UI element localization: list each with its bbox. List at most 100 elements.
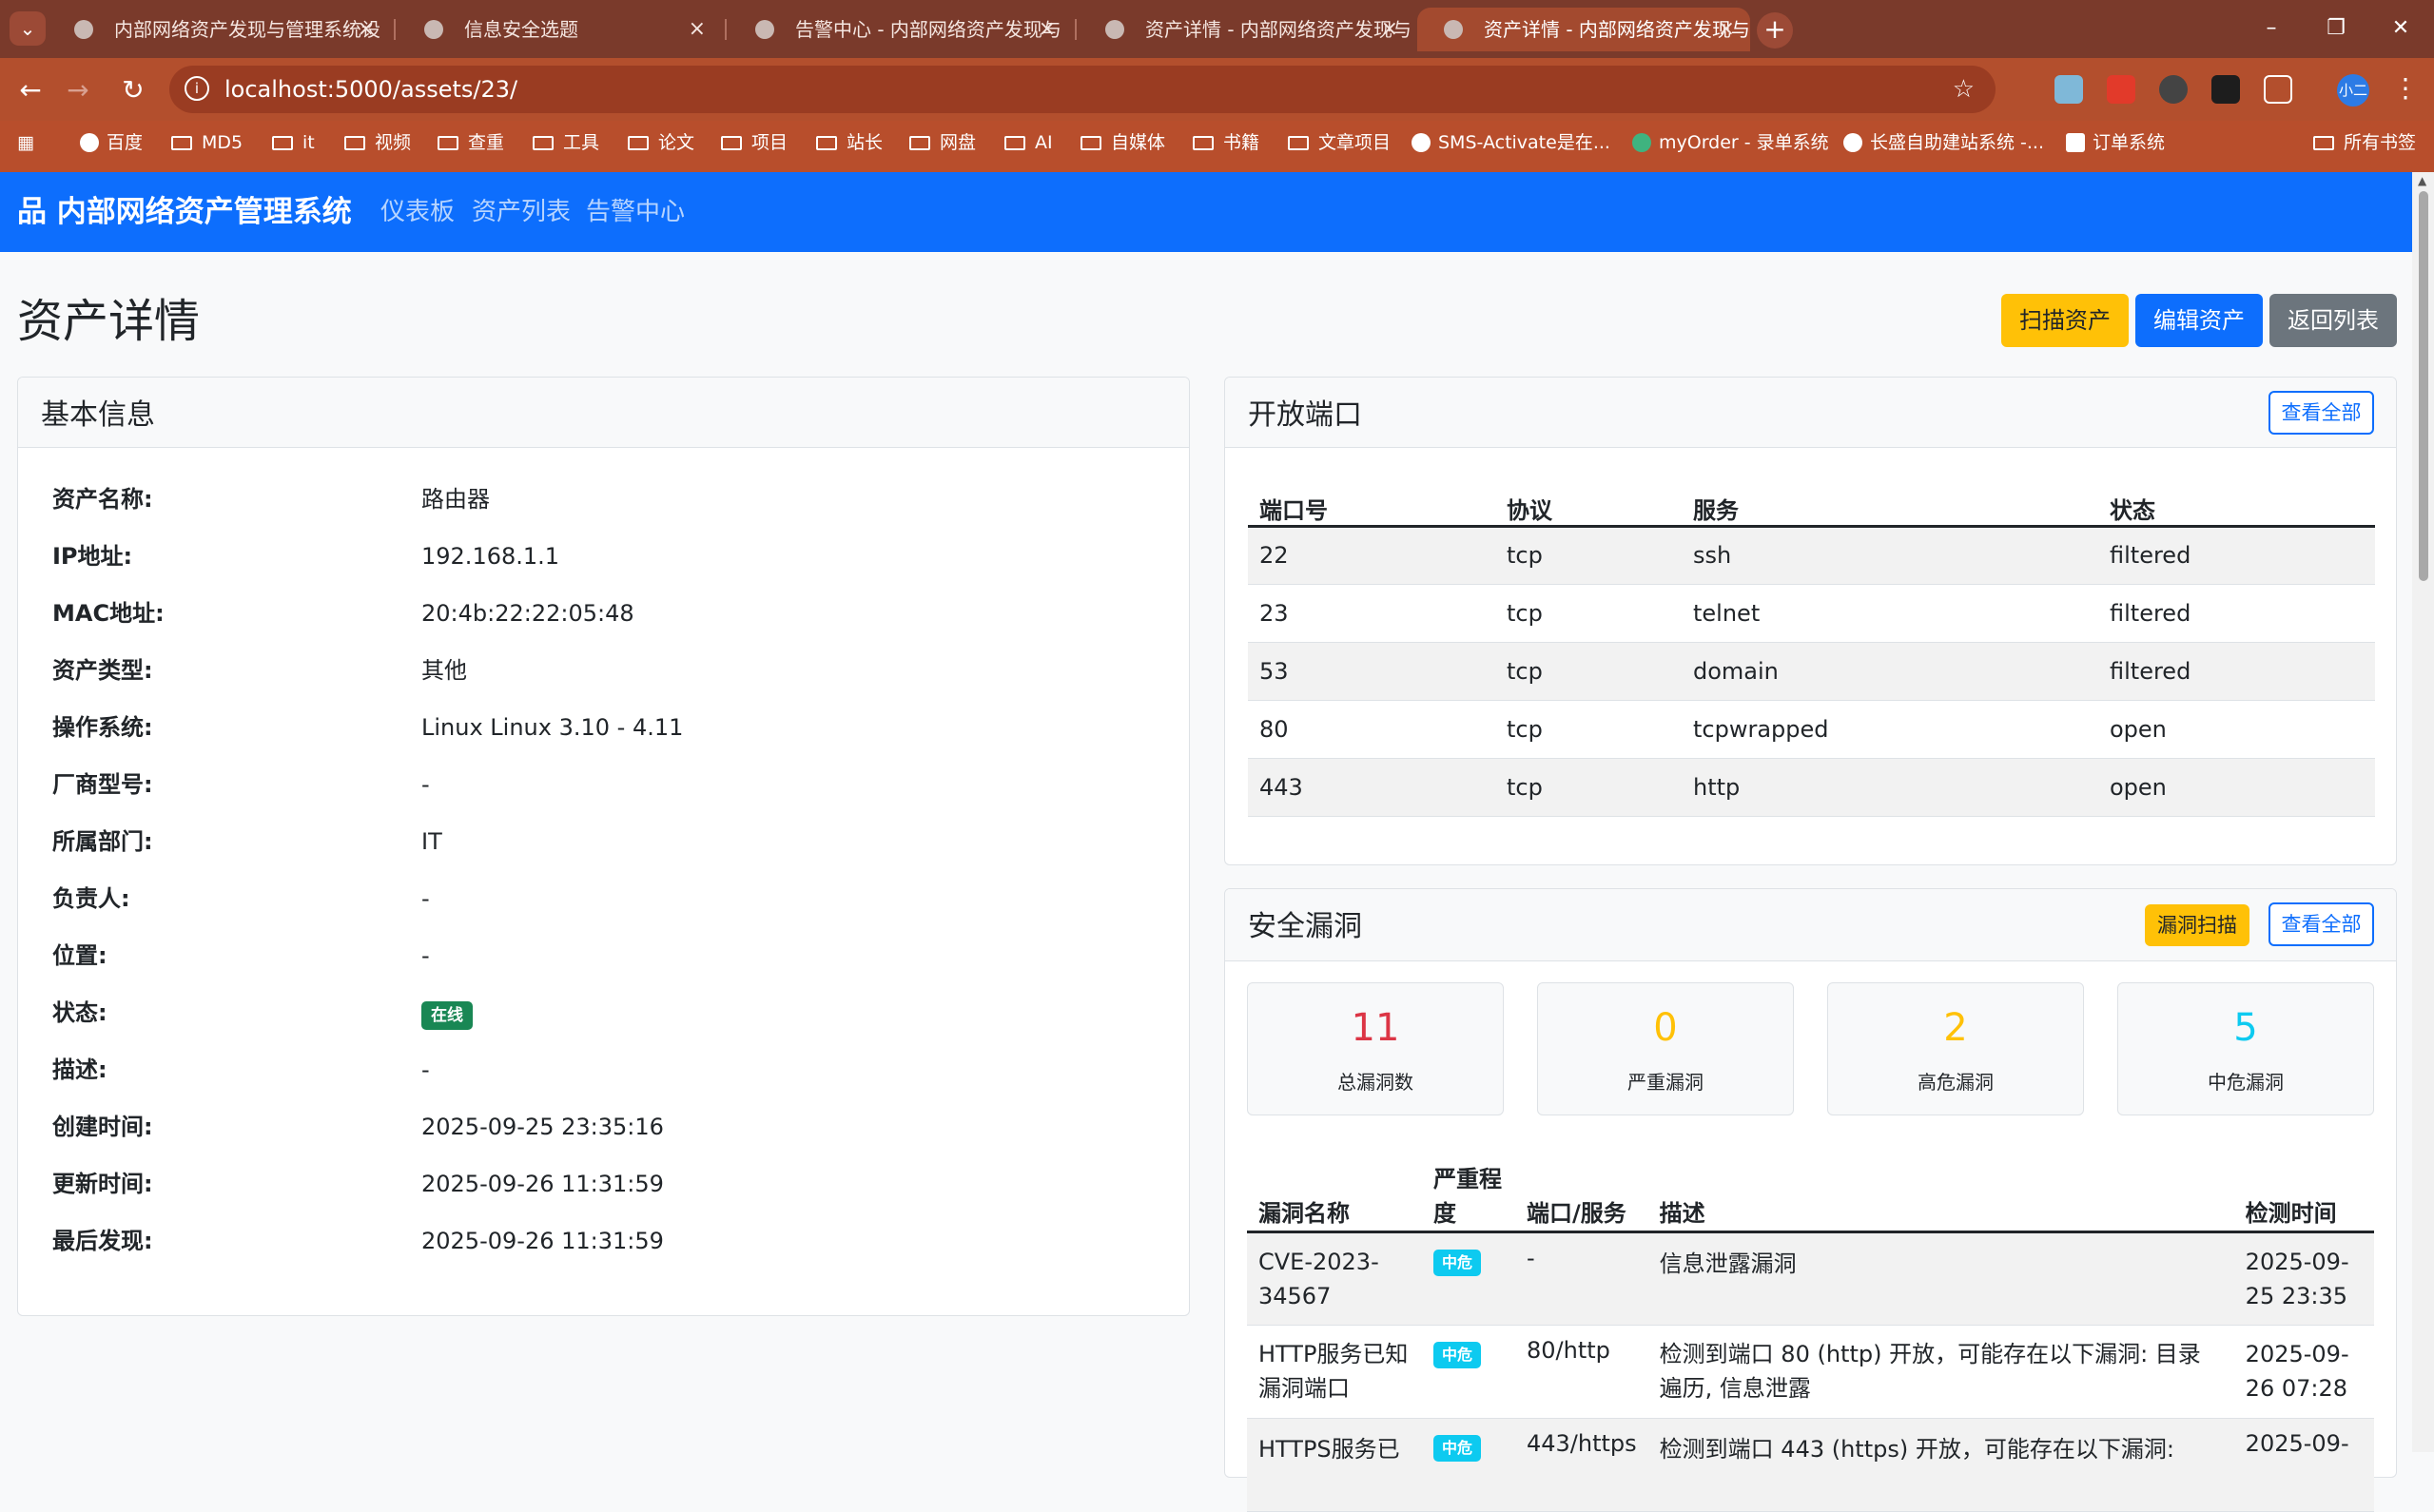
scroll-thumb[interactable] [2419,191,2428,581]
minimize-icon[interactable]: – [2252,10,2290,48]
bookmark-folder[interactable]: MD5 [171,121,243,165]
col-header: 端口号 [1248,471,1495,528]
bookmark-folder[interactable]: 文章项目 [1288,121,1391,165]
apps-grid-icon[interactable]: ▦ [17,121,34,165]
table-row: 80 tcp tcpwrapped open [1248,700,2375,759]
bookmarks-bar: ▦ 百度 MD5 it 视频 查重 工具 论文 项目 站长 网盘 AI 自媒体 … [0,121,2434,172]
tab-favicon-icon [424,20,443,39]
tab-close-icon[interactable]: × [358,8,375,51]
site-info-icon[interactable]: i [185,76,209,101]
address-url[interactable]: localhost:5000/assets/23/ [224,66,517,113]
bookmark-folder[interactable]: 工具 [533,121,599,165]
folder-icon [533,136,554,150]
bookmark-item[interactable]: 百度 [80,121,143,165]
bookmark-folder[interactable]: 查重 [438,121,504,165]
vulns-view-all-button[interactable]: 查看全部 [2268,902,2374,946]
menu-kebab-icon[interactable]: ⋮ [2392,69,2419,107]
browser-tab[interactable]: 信息安全选题 × [398,8,721,51]
site-icon [1412,133,1431,152]
reload-icon[interactable]: ↻ [114,71,152,109]
extensions-puzzle-icon[interactable] [2264,75,2292,104]
extension-icon[interactable] [2054,75,2083,104]
extension-icon[interactable] [2211,75,2240,104]
browser-tab[interactable]: 告警中心 - 内部网络资产发现与 × [729,8,1071,51]
tab-title: 内部网络资产发现与管理系统设 [114,18,380,41]
profile-avatar[interactable]: 小二 [2337,74,2369,107]
table-row: HTTP服务已知漏洞端口 中危 80/http 检测到端口 80 (http) … [1247,1325,2374,1419]
tab-title: 资产详情 - 内部网络资产发现与 [1484,18,1750,41]
ports-view-all-button[interactable]: 查看全部 [2268,391,2374,435]
bookmark-folder[interactable]: AI [1004,121,1053,165]
forward-arrow-icon[interactable]: → [59,71,97,109]
bookmark-star-icon[interactable]: ☆ [1953,66,1975,113]
bookmark-folder[interactable]: 项目 [721,121,788,165]
restore-icon[interactable]: ❐ [2317,10,2355,48]
page-scrollbar[interactable]: ▲ [2412,172,2434,1452]
folder-icon [272,136,293,150]
address-bar[interactable]: i localhost:5000/assets/23/ ☆ [169,66,1996,113]
bookmark-folder[interactable]: it [272,121,315,165]
open-ports-card: 开放端口 查看全部 端口号 协议 服务 状态 22 tcp ssh filtered … [1224,377,2397,865]
bookmark-item[interactable]: myOrder - 录单系统 [1632,121,1829,165]
extension-icon[interactable] [2159,75,2188,104]
severity-badge: 中危 [1433,1434,1482,1462]
folder-icon [909,136,930,150]
tab-close-icon[interactable]: × [1381,8,1398,51]
table-row: HTTPS服务已 中危 443/https 检测到端口 443 (https) … [1247,1418,2374,1512]
tab-favicon-icon [755,20,774,39]
bookmark-item[interactable]: SMS-Activate是在... [1412,121,1610,165]
tab-strip: ⌄ 内部网络资产发现与管理系统设 × 信息安全选题 × 告警中心 - 内部网络资… [0,0,2434,58]
network-icon: 品 [17,195,57,229]
new-tab-button[interactable]: + [1757,12,1793,48]
nav-alerts[interactable]: 告警中心 [586,172,685,252]
browser-tab-active[interactable]: 资产详情 - 内部网络资产发现与 × [1417,8,1750,51]
col-header: 检测时间 [2233,1141,2374,1233]
site-icon [1843,133,1862,152]
card-title: 基本信息 [41,398,155,432]
back-arrow-icon[interactable]: ← [11,71,49,109]
browser-tab[interactable]: 内部网络资产发现与管理系统设 × [48,8,390,51]
browser-tab[interactable]: 资产详情 - 内部网络资产发现与 × [1079,8,1413,51]
folder-icon [721,136,742,150]
folder-icon [1193,136,1214,150]
basic-info-card: 基本信息 资产名称: 路由器 IP地址: 192.168.1.1 MAC地址: 20:… [17,377,1190,1316]
extension-icon[interactable] [2107,75,2135,104]
stat-label: 中危漏洞 [2208,1071,2284,1094]
tab-close-icon[interactable]: × [1718,8,1735,51]
tab-close-icon[interactable]: × [689,8,706,51]
brand[interactable]: 品 内部网络资产管理系统 [17,172,352,252]
bookmark-folder[interactable]: 视频 [344,121,411,165]
scan-asset-button[interactable]: 扫描资产 [2001,294,2129,347]
bookmark-item[interactable]: 长盛自助建站系统 -... [1843,121,2044,165]
edit-asset-button[interactable]: 编辑资产 [2135,294,2263,347]
all-bookmarks[interactable]: 所有书签 [2313,121,2416,165]
tab-search-button[interactable]: ⌄ [10,11,46,46]
nav-assets[interactable]: 资产列表 [472,172,571,252]
tab-favicon-icon [1444,20,1463,39]
scroll-up-icon[interactable]: ▲ [2418,174,2426,187]
stat-number: 2 [1943,1006,1968,1050]
nav-dashboard[interactable]: 仪表板 [380,172,455,252]
close-window-icon[interactable]: ✕ [2382,10,2420,48]
stat-label: 高危漏洞 [1918,1071,1994,1094]
bookmark-folder[interactable]: 书籍 [1193,121,1259,165]
col-header: 漏洞名称 [1247,1141,1422,1233]
site-icon [1632,133,1651,152]
folder-icon [344,136,365,150]
stat-critical-vulns: 0 严重漏洞 [1537,982,1794,1115]
card-header: 基本信息 [18,378,1189,448]
bookmark-folder[interactable]: 站长 [816,121,883,165]
folder-icon [1288,136,1309,150]
bookmark-item[interactable]: 订单系统 [2066,121,2165,165]
bookmark-folder[interactable]: 网盘 [909,121,976,165]
back-to-list-button[interactable]: 返回列表 [2269,294,2397,347]
tab-close-icon[interactable]: × [1039,8,1056,51]
bookmark-folder[interactable]: 论文 [628,121,694,165]
vuln-scan-button[interactable]: 漏洞扫描 [2145,904,2249,946]
bookmark-folder[interactable]: 自媒体 [1081,121,1165,165]
table-row: 443 tcp http open [1248,758,2375,817]
stat-high-vulns: 2 高危漏洞 [1827,982,2084,1115]
col-header: 协议 [1495,471,1682,528]
browser-chrome: ⌄ 内部网络资产发现与管理系统设 × 信息安全选题 × 告警中心 - 内部网络资… [0,0,2434,172]
col-header: 描述 [1647,1141,2234,1233]
